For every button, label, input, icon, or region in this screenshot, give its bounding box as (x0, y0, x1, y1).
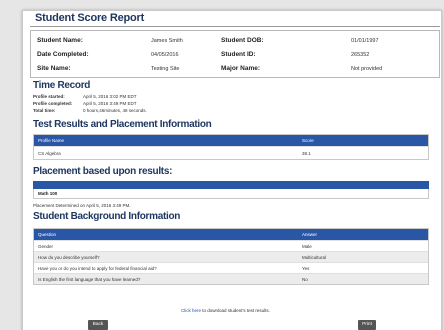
student-id-label: Student ID: (221, 51, 256, 58)
student-dob-label: Student DOB: (221, 37, 264, 44)
question-cell: How do you describe yourself? (38, 255, 100, 260)
student-dob-value: 01/01/1997 (351, 38, 379, 44)
major-name-value: Not provided (351, 66, 383, 72)
student-name-value: James Smith (151, 38, 183, 44)
score-header: Score (302, 138, 314, 143)
placement-header-bar (33, 181, 429, 189)
placement-determined-text: Placement Determined on April 5, 2016 3:… (33, 203, 131, 208)
download-line: Click here to download student's test re… (181, 308, 270, 313)
download-link[interactable]: Click here (181, 308, 201, 313)
profile-started-value: April 5, 2016 3:02 PM EDT (83, 94, 137, 99)
question-cell: Is English the first language that you h… (38, 277, 141, 282)
table-row: How do you describe yourself? Multicultu… (34, 251, 428, 262)
profile-started-label: Profile started: (33, 94, 65, 99)
student-name-label: Student Name: (37, 37, 83, 44)
student-info-box: Student Name: James Smith Student DOB: 0… (30, 30, 440, 78)
print-button[interactable]: Print (358, 320, 376, 330)
table-row: Is English the first language that you h… (34, 273, 428, 284)
title-divider (30, 26, 440, 27)
student-id-value: 265352 (351, 52, 370, 58)
test-results-table: Profile Name Score CS Algebra 38.1 (33, 134, 429, 160)
total-time-label: Total time: (33, 108, 56, 113)
date-completed-label: Date Completed: (37, 51, 89, 58)
background-table: Question Answer Gender Male How do you d… (33, 228, 429, 285)
answer-cell: Male (302, 244, 312, 249)
table-header-row: Profile Name Score (34, 135, 428, 146)
table-row: Have you or do you intend to apply for f… (34, 262, 428, 273)
profile-name-header: Profile Name (38, 138, 65, 143)
table-row: Gender Male (34, 240, 428, 251)
question-cell: Gender (38, 244, 54, 249)
download-text: to download student's test results. (201, 308, 270, 313)
answer-cell: Multicultural (302, 255, 327, 260)
table-row: CS Algebra 38.1 (34, 146, 428, 159)
placement-box: Math 100 (33, 189, 429, 199)
test-results-heading: Test Results and Placement Information (33, 119, 212, 130)
placement-heading: Placement based upon results: (33, 166, 173, 177)
page-title: Student Score Report (35, 12, 145, 24)
major-name-label: Major Name: (221, 65, 261, 72)
answer-cell: No (302, 277, 308, 282)
question-header: Question (38, 232, 57, 237)
table-header-row: Question Answer (34, 229, 428, 240)
site-name-value: Testing Site (151, 66, 180, 72)
background-heading: Student Background Information (33, 211, 181, 222)
answer-cell: Yes (302, 266, 310, 271)
answer-header: Answer (302, 232, 318, 237)
placement-value: Math 100 (38, 191, 58, 196)
profile-completed-value: April 5, 2016 3:49 PM EDT (83, 101, 137, 106)
date-completed-value: 04/05/2016 (151, 52, 179, 58)
score-cell: 38.1 (302, 151, 311, 156)
profile-completed-label: Profile completed: (33, 101, 73, 106)
site-name-label: Site Name: (37, 65, 71, 72)
question-cell: Have you or do you intend to apply for f… (38, 266, 157, 271)
total-time-value: 0 hours,46minutes, 48 seconds. (83, 108, 147, 113)
back-button[interactable]: Back (88, 320, 108, 330)
profile-name-cell: CS Algebra (38, 151, 61, 156)
time-record-heading: Time Record (33, 80, 91, 91)
